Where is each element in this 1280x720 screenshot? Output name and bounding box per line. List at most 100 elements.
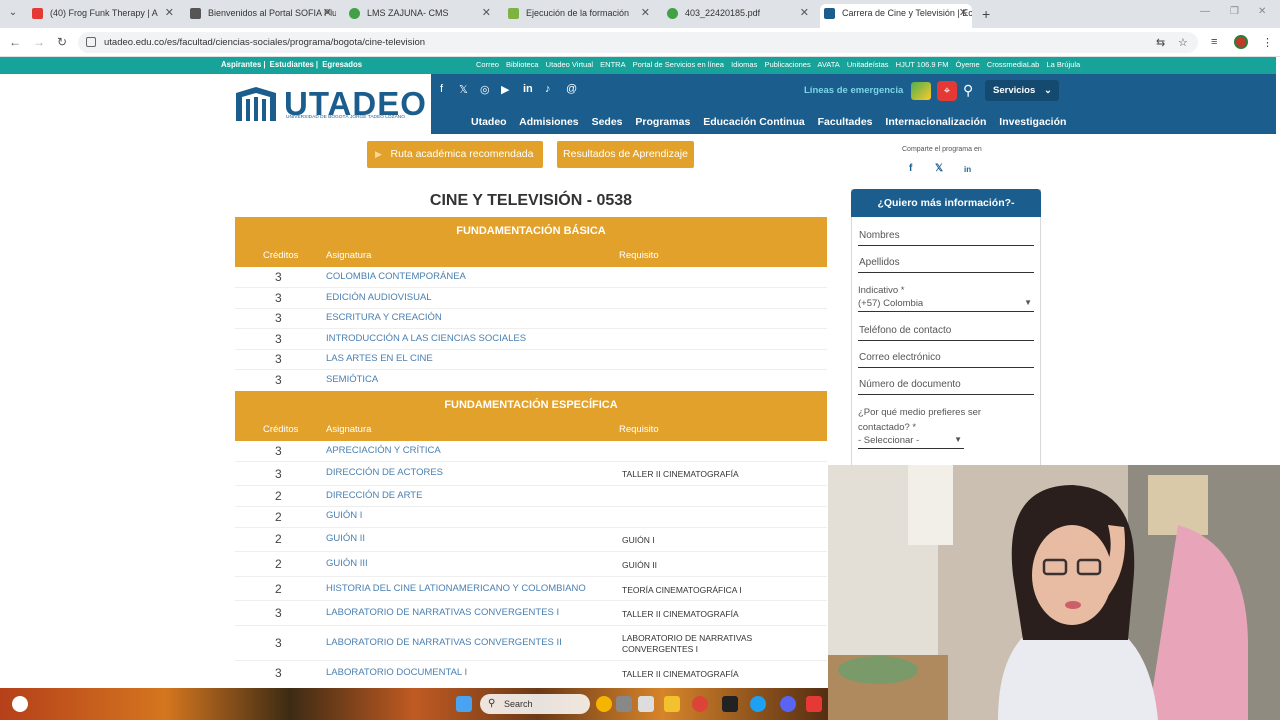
- site-info-icon[interactable]: [86, 37, 96, 47]
- maximize-icon[interactable]: ❐: [1230, 6, 1239, 17]
- course-link[interactable]: GUIÓN III: [326, 558, 368, 569]
- search-icon[interactable]: ⚲: [963, 82, 973, 99]
- close-icon[interactable]: ✕: [165, 4, 174, 22]
- windows-start-icon[interactable]: [456, 696, 472, 712]
- window-close-icon[interactable]: ✕: [1258, 6, 1266, 17]
- facebook-icon[interactable]: f: [440, 83, 443, 95]
- task-view-icon[interactable]: [638, 696, 654, 712]
- share-facebook-icon[interactable]: f: [909, 163, 912, 174]
- course-link[interactable]: APRECIACIÓN Y CRÍTICA: [326, 445, 441, 456]
- nav-programas[interactable]: Programas: [635, 116, 690, 128]
- tab-search-icon[interactable]: ⌄: [6, 7, 20, 21]
- browser-tab[interactable]: Ejecución de la formación ✕: [504, 4, 654, 26]
- nav-utadeo[interactable]: Utadeo: [471, 116, 507, 128]
- nav-educacion-continua[interactable]: Educación Continua: [703, 116, 805, 128]
- link-aspirantes[interactable]: Aspirantes: [221, 60, 261, 69]
- new-tab-icon[interactable]: +: [982, 6, 990, 22]
- resultados-aprendizaje-button[interactable]: Resultados de Aprendizaje: [557, 141, 694, 168]
- location-pin-icon[interactable]: ⌖: [937, 81, 957, 101]
- documento-field[interactable]: Número de documento: [858, 377, 1034, 395]
- link-portal-servicios[interactable]: Portal de Servicios en línea: [633, 60, 724, 69]
- tiktok-icon[interactable]: ♪: [545, 83, 551, 95]
- taskbar-app-icon[interactable]: [616, 696, 632, 712]
- course-link[interactable]: GUIÓN I: [326, 510, 362, 521]
- link-publicaciones[interactable]: Publicaciones: [764, 60, 810, 69]
- link-oyeme[interactable]: Óyeme: [956, 60, 980, 69]
- ruta-academica-button[interactable]: ▶ Ruta académica recomendada: [367, 141, 543, 168]
- bookmark-star-icon[interactable]: ☆: [1178, 36, 1188, 49]
- close-icon[interactable]: ✕: [482, 4, 491, 22]
- course-link[interactable]: LABORATORIO DOCUMENTAL I: [326, 667, 467, 678]
- back-icon[interactable]: ←: [9, 35, 21, 49]
- correo-field[interactable]: Correo electrónico: [858, 350, 1034, 368]
- share-linkedin-icon[interactable]: in: [964, 165, 971, 174]
- link-idiomas[interactable]: Idiomas: [731, 60, 757, 69]
- youtube-icon[interactable]: ▶: [501, 83, 509, 96]
- servicios-dropdown[interactable]: Servicios ⌄: [985, 80, 1059, 101]
- link-hjut[interactable]: HJUT 106.9 FM: [896, 60, 949, 69]
- nav-investigacion[interactable]: Investigación: [999, 116, 1066, 128]
- nav-internacionalizacion[interactable]: Internacionalización: [885, 116, 986, 128]
- close-icon[interactable]: ✕: [800, 4, 809, 22]
- course-link[interactable]: EDICIÓN AUDIOVISUAL: [326, 292, 432, 303]
- browser-tab[interactable]: 403_22420185.pdf ✕: [663, 4, 813, 26]
- course-link[interactable]: LAS ARTES EN EL CINE: [326, 353, 433, 364]
- taskbar-app-icon[interactable]: [596, 696, 612, 712]
- indicativo-select[interactable]: (+57) Colombia ▼: [858, 298, 1034, 312]
- browser-tab[interactable]: Bienvenidos al Portal SOFIA Plu ✕: [186, 4, 336, 26]
- telefono-field[interactable]: Teléfono de contacto: [858, 323, 1034, 341]
- file-explorer-icon[interactable]: [664, 696, 680, 712]
- course-link[interactable]: LABORATORIO DE NARRATIVAS CONVERGENTES I…: [326, 637, 562, 648]
- forward-icon[interactable]: →: [33, 35, 45, 49]
- link-estudiantes[interactable]: Estudiantes: [270, 60, 314, 69]
- taskbar-app-icon[interactable]: [722, 696, 738, 712]
- chrome-icon[interactable]: [692, 696, 708, 712]
- translate-icon[interactable]: ⇆: [1156, 36, 1165, 49]
- browser-tab[interactable]: (40) Frog Funk Therapy | A ✕: [28, 4, 178, 26]
- course-link[interactable]: ESCRITURA Y CREACIÓN: [326, 312, 442, 323]
- browser-tab-active[interactable]: Carrera de Cine y Televisión | Ec ✕: [820, 4, 972, 28]
- nombres-field[interactable]: Nombres: [858, 228, 1034, 246]
- edge-icon[interactable]: [750, 696, 766, 712]
- emergency-shortcut-icon[interactable]: [911, 82, 931, 100]
- browser-tab[interactable]: LMS ZAJUNA- CMS ✕: [345, 4, 495, 26]
- instagram-icon[interactable]: ◎: [480, 83, 490, 96]
- threads-icon[interactable]: @: [566, 83, 577, 95]
- discord-icon[interactable]: [780, 696, 796, 712]
- link-la-brujula[interactable]: La Brújula: [1046, 60, 1080, 69]
- link-avata[interactable]: AVATA: [817, 60, 839, 69]
- x-twitter-icon[interactable]: 𝕏: [459, 83, 468, 96]
- nav-admisiones[interactable]: Admisiones: [519, 116, 579, 128]
- link-correo[interactable]: Correo: [476, 60, 499, 69]
- linkedin-icon[interactable]: in: [523, 83, 533, 95]
- link-crossmedialab[interactable]: CrossmediaLab: [987, 60, 1040, 69]
- link-unitadeistas[interactable]: Unitadeístas: [847, 60, 889, 69]
- apellidos-field[interactable]: Apellidos: [858, 255, 1034, 273]
- link-entra[interactable]: ENTRA: [600, 60, 625, 69]
- course-link[interactable]: COLOMBIA CONTEMPORÁNEA: [326, 271, 466, 282]
- medio-contacto-select[interactable]: - Seleccionar - ▼: [858, 435, 964, 449]
- course-link[interactable]: HISTORIA DEL CINE LATIONAMERICANO Y COLO…: [326, 583, 586, 594]
- weather-widget-icon[interactable]: [12, 696, 28, 712]
- taskbar-search-box[interactable]: ⚲ Search: [480, 694, 590, 714]
- course-link[interactable]: DIRECCIÓN DE ACTORES: [326, 467, 443, 478]
- media-controls-icon[interactable]: ≡: [1211, 36, 1217, 48]
- close-icon[interactable]: ✕: [323, 4, 332, 22]
- course-link[interactable]: LABORATORIO DE NARRATIVAS CONVERGENTES I: [326, 607, 559, 618]
- more-menu-icon[interactable]: ⋮: [1262, 36, 1273, 49]
- nav-facultades[interactable]: Facultades: [818, 116, 873, 128]
- close-icon[interactable]: ✕: [959, 4, 968, 22]
- course-link[interactable]: DIRECCIÓN DE ARTE: [326, 490, 422, 501]
- url-field[interactable]: utadeo.edu.co/es/facultad/ciencias-socia…: [78, 32, 1198, 53]
- link-utadeo-virtual[interactable]: Utadeo Virtual: [546, 60, 593, 69]
- taskbar-app-icon[interactable]: [806, 696, 822, 712]
- course-link[interactable]: SEMIÓTICA: [326, 374, 378, 385]
- link-biblioteca[interactable]: Biblioteca: [506, 60, 539, 69]
- course-link[interactable]: INTRODUCCIÓN A LAS CIENCIAS SOCIALES: [326, 333, 526, 344]
- profile-avatar[interactable]: [1234, 35, 1248, 49]
- utadeo-logo[interactable]: UTADEO UNIVERSIDAD DE BOGOTÁ JORGE TADEO…: [234, 85, 426, 125]
- reload-icon[interactable]: ↻: [57, 35, 67, 49]
- emergency-lines-link[interactable]: Líneas de emergencia: [804, 85, 903, 96]
- course-link[interactable]: GUIÓN II: [326, 533, 365, 544]
- minimize-icon[interactable]: —: [1200, 6, 1210, 17]
